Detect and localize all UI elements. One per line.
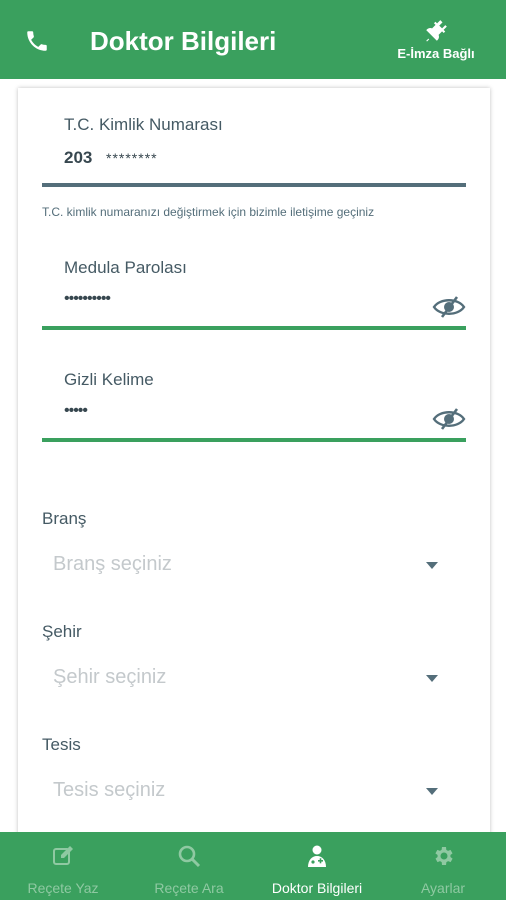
sehir-label: Şehir: [42, 622, 82, 641]
search-icon: [178, 845, 201, 868]
eimza-label: E-İmza Bağlı: [397, 46, 475, 61]
phone-icon[interactable]: [24, 28, 50, 54]
nav-recete-yaz[interactable]: Reçete Yaz: [0, 832, 126, 900]
nav-label: Doktor Bilgileri: [271, 880, 363, 896]
gizli-password-input[interactable]: •••••: [64, 402, 88, 420]
tesis-placeholder: Tesis seçiniz: [53, 779, 166, 801]
nav-label: Reçete Ara: [154, 880, 224, 896]
nav-label: Reçete Yaz: [27, 880, 99, 896]
gizli-label: Gizli Kelime: [64, 370, 154, 389]
tesis-label: Tesis: [42, 735, 81, 754]
doctor-info-card: [18, 88, 490, 848]
gear-icon: [435, 847, 453, 865]
medula-underline: [42, 326, 466, 330]
medula-password-input[interactable]: ••••••••••: [64, 290, 111, 308]
gizli-underline: [42, 438, 466, 442]
caret-down-icon: [426, 675, 438, 682]
page-title: Doktor Bilgileri: [90, 26, 277, 56]
eye-off-icon[interactable]: [432, 407, 466, 431]
eimza-status[interactable]: E-İmza Bağlı: [394, 18, 478, 64]
nav-recete-ara[interactable]: Reçete Ara: [126, 832, 252, 900]
edit-icon: [53, 846, 73, 865]
medula-label: Medula Parolası: [64, 258, 187, 277]
nav-label: Ayarlar: [420, 880, 466, 896]
caret-down-icon: [426, 562, 438, 569]
tesis-select[interactable]: Tesis seçiniz: [42, 775, 442, 809]
tc-value-prefix: 203: [64, 148, 93, 167]
doctor-icon: [308, 845, 326, 867]
plug-icon: [426, 20, 447, 42]
tc-value-masked: ********: [106, 150, 158, 166]
tc-hint: T.C. kimlik numaranızı değiştirmek için …: [42, 205, 375, 219]
nav-doktor-bilgileri[interactable]: Doktor Bilgileri: [252, 832, 382, 900]
brans-label: Branş: [42, 509, 87, 528]
bottom-nav: Reçete Yaz Reçete Ara Doktor Bilgileri A…: [0, 832, 506, 900]
tc-label: T.C. Kimlik Numarası: [64, 115, 223, 134]
sehir-select[interactable]: Şehir seçiniz: [42, 662, 442, 696]
brans-placeholder: Branş seçiniz: [53, 553, 172, 575]
nav-ayarlar[interactable]: Ayarlar: [380, 832, 506, 900]
caret-down-icon: [426, 788, 438, 795]
app-bar: Doktor Bilgileri E-İmza Bağlı: [0, 0, 506, 79]
tc-underline: [42, 183, 466, 187]
eye-off-icon[interactable]: [432, 295, 466, 319]
brans-select[interactable]: Branş seçiniz: [42, 549, 442, 583]
sehir-placeholder: Şehir seçiniz: [53, 666, 167, 688]
